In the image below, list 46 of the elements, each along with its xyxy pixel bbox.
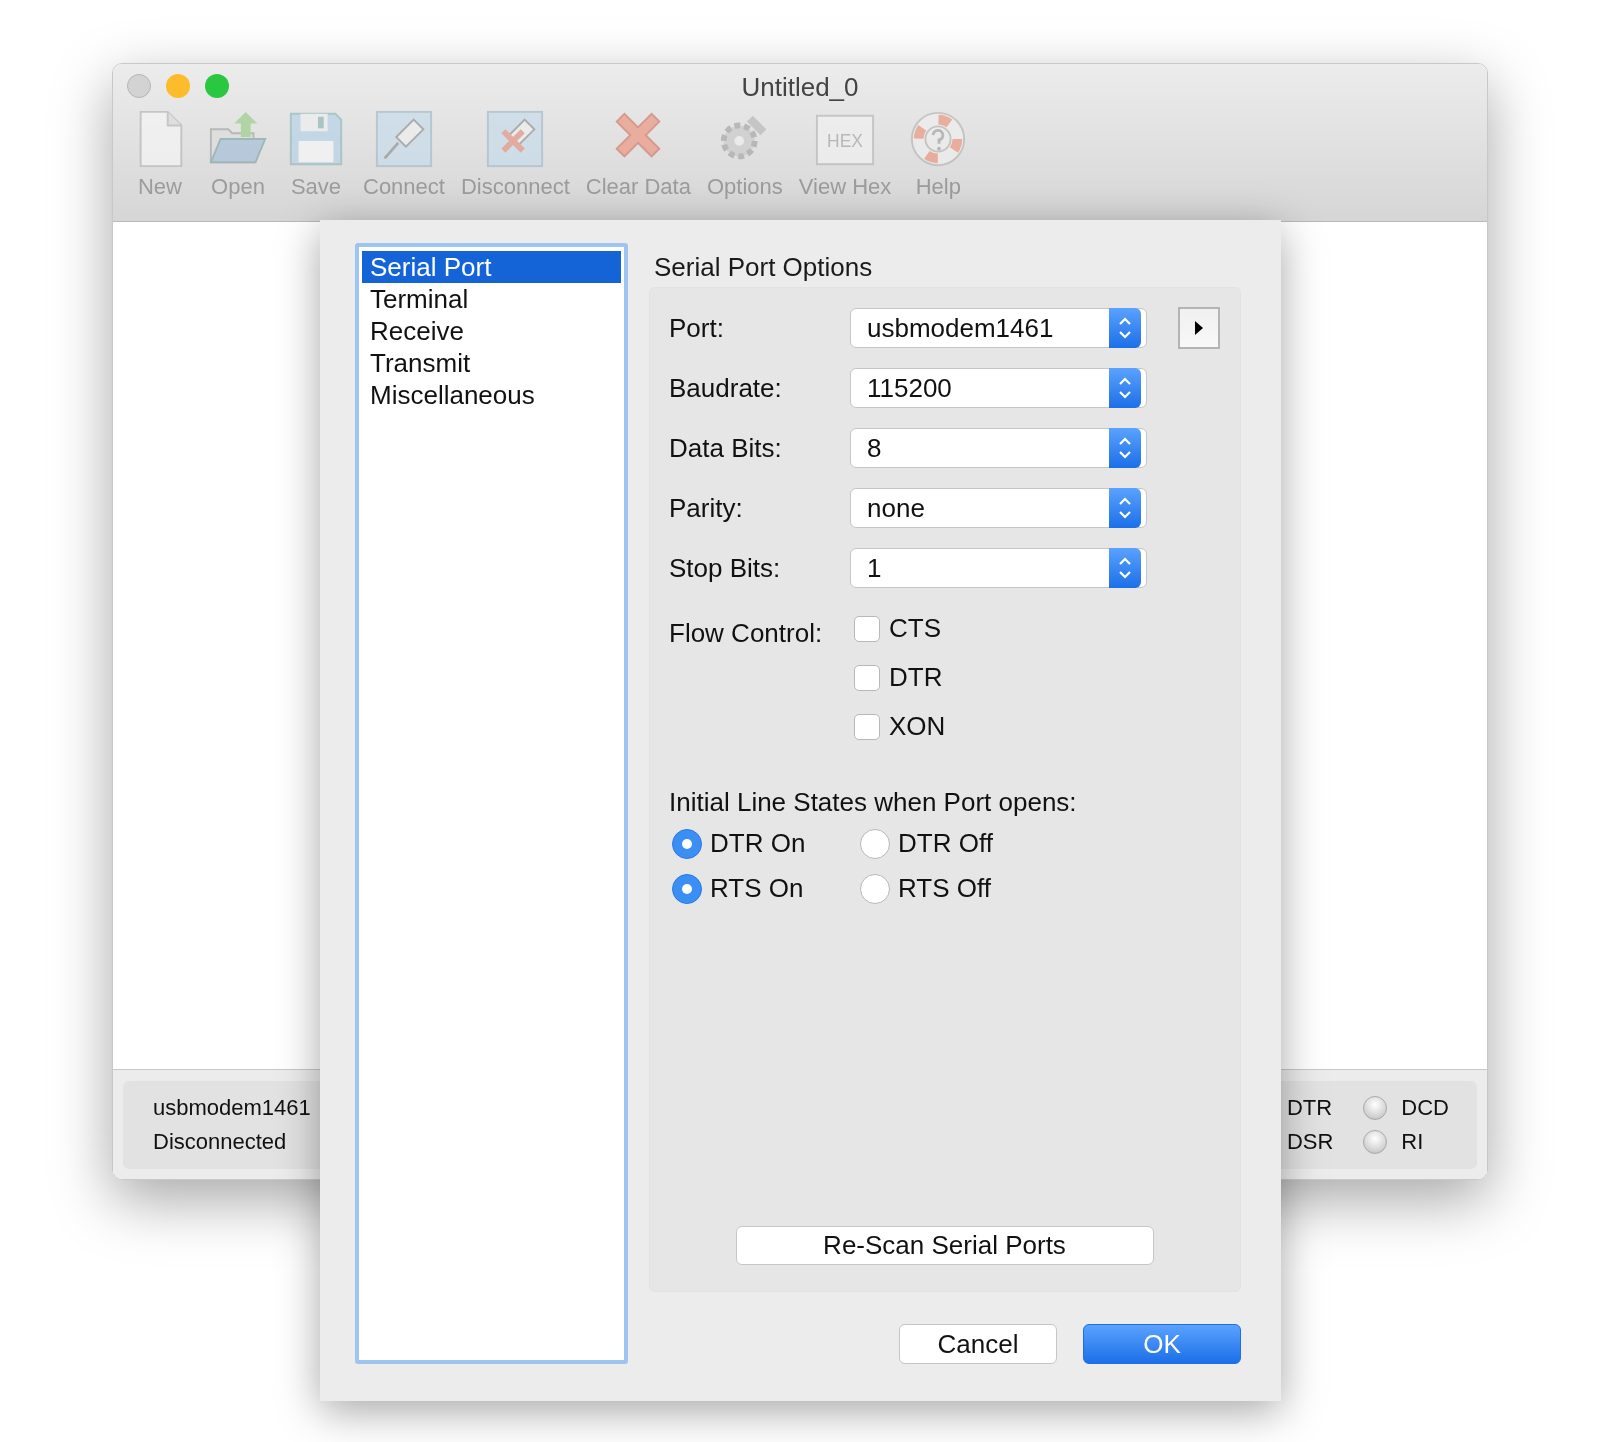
radio-button[interactable]: DTR Off (860, 828, 1060, 859)
stepper-icon (1118, 555, 1132, 581)
checkbox[interactable]: XON (850, 706, 946, 747)
radio-button[interactable]: DTR On (672, 828, 860, 859)
field-label: Parity: (669, 492, 744, 524)
status-led (1363, 1130, 1388, 1154)
dropdown[interactable]: 115200 (850, 368, 1147, 408)
field-label: Baudrate: (669, 372, 783, 404)
stepper-icon (1118, 435, 1132, 461)
dropdown[interactable]: 8 (850, 428, 1147, 468)
field-label: Stop Bits: (669, 552, 782, 584)
radio-button[interactable]: RTS On (672, 873, 860, 904)
connection-status: Disconnected (153, 1129, 288, 1155)
field-label: Port: (669, 312, 725, 344)
zoom-button[interactable] (205, 74, 229, 98)
line-label: RI (1401, 1129, 1424, 1155)
category-item[interactable]: Receive (362, 315, 621, 347)
line-label: DCD (1401, 1095, 1449, 1121)
checkbox[interactable]: DTR (850, 657, 946, 698)
dropdown[interactable]: none (850, 488, 1147, 528)
checkbox[interactable]: CTS (850, 608, 946, 649)
stepper-icon (1118, 315, 1132, 341)
line-label: DTR (1286, 1095, 1334, 1121)
field-label: Data Bits: (669, 432, 783, 464)
panel-title: Serial Port Options (654, 252, 873, 282)
category-item[interactable]: Serial Port (362, 251, 621, 283)
stepper-icon (1118, 495, 1132, 521)
rescan-button[interactable]: Re-Scan Serial Ports (735, 1226, 1154, 1265)
minimize-button[interactable] (166, 74, 190, 98)
category-item[interactable]: Terminal (362, 283, 621, 315)
radio-button[interactable]: RTS Off (860, 873, 1060, 904)
dropdown[interactable]: usbmodem1461 (850, 308, 1147, 348)
window-title: Untitled_0 (741, 72, 859, 103)
triangle-icon (1194, 320, 1204, 336)
status-led (1363, 1096, 1388, 1120)
stepper-icon (1118, 375, 1132, 401)
section-label: Initial Line States when Port opens: (669, 787, 1077, 817)
dropdown[interactable]: 1 (850, 548, 1147, 588)
line-label: DSR (1286, 1129, 1334, 1155)
close-button[interactable] (127, 74, 151, 98)
category-item[interactable]: Miscellaneous (362, 379, 621, 411)
field-label: Flow Control: (669, 617, 824, 650)
cancel-button[interactable]: Cancel (899, 1324, 1057, 1364)
expand-button[interactable] (1178, 307, 1220, 349)
category-item[interactable]: Transmit (362, 347, 621, 379)
port-name: usbmodem1461 (153, 1095, 311, 1121)
